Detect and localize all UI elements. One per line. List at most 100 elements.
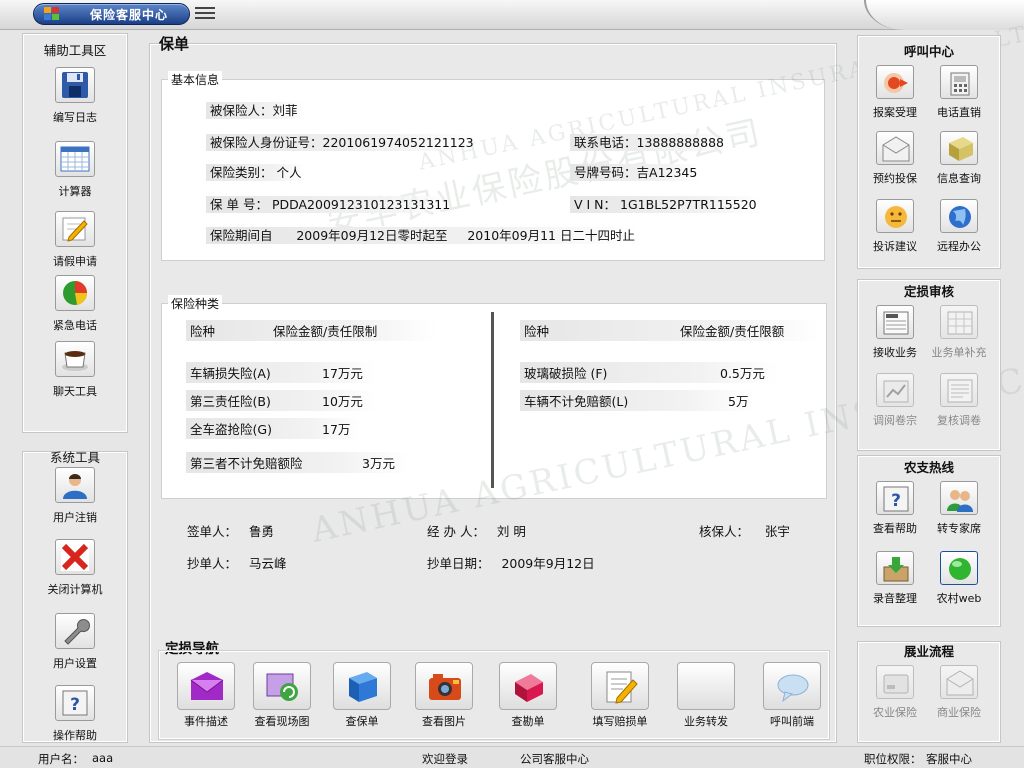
aux-tools-title: 辅助工具区	[43, 43, 107, 58]
tool-label: 编写日志	[53, 111, 97, 124]
mail-open-icon	[940, 665, 978, 699]
phone-icon	[940, 65, 978, 99]
nav-call-frontend[interactable]: 呼叫前端	[752, 662, 832, 729]
coverage-row-left: 第三者不计免赔额险 3万元	[186, 452, 408, 473]
photo-refresh-icon	[253, 662, 311, 710]
damage-review-title: 定损审核	[903, 284, 954, 299]
basic-info-legend: 基本信息	[168, 71, 223, 88]
report-icon	[876, 65, 914, 99]
drive-icon	[876, 665, 914, 699]
status-company: 公司客服中心	[520, 752, 589, 766]
coverage-row-left: 第三责任险(B) 10万元	[186, 390, 376, 411]
review-recheck-files[interactable]: 复核调卷	[927, 373, 991, 428]
call-remote-office[interactable]: 远程办公	[927, 199, 991, 254]
copy-date-row: 抄单日期： 2009年9月12日	[427, 556, 595, 571]
blank-icon	[677, 662, 735, 710]
system-tools-panel: 系统工具 用户注销 关闭计算机 用户设置 ? 操作帮助	[23, 450, 127, 743]
tool-leave-request[interactable]: 请假申请	[30, 211, 120, 269]
hotline-rural-web[interactable]: 农村web	[927, 551, 991, 606]
phone-number: 13888888888	[636, 135, 724, 150]
coverage-header-left: 险种 保险金额/责任限制	[186, 320, 442, 341]
underwriter-name: 张宇	[764, 524, 790, 539]
business-commercial-insurance[interactable]: 商业保险	[927, 665, 991, 720]
app-title-pill: 保险客服中心	[33, 3, 190, 25]
review-supplement-form[interactable]: 业务单补充	[927, 305, 991, 360]
smiley-icon	[876, 199, 914, 233]
coverage-row-left: 全车盗抢险(G) 17万	[186, 418, 361, 439]
phone-row: 联系电话：13888888888	[570, 132, 728, 151]
tool-calculator[interactable]: 计算器	[30, 141, 120, 199]
copier-name: 马云峰	[248, 556, 287, 571]
call-phone-sales[interactable]: 电话直销	[927, 65, 991, 120]
type-row: 保险类别： 个人	[206, 162, 306, 181]
nav-view-photos[interactable]: 查看图片	[404, 662, 484, 729]
coverage-section: 保险种类 ANHUA AGRICULTURAL INSURANCE CO.,LT…	[161, 295, 1024, 551]
list-doc-icon	[940, 373, 978, 407]
red-book-icon	[499, 662, 557, 710]
hotline-transfer-expert[interactable]: 转专家席	[927, 481, 991, 536]
news-icon	[876, 305, 914, 339]
review-browse-files[interactable]: 调阅卷宗	[863, 373, 927, 428]
nav-fill-claim-form[interactable]: 填写赔损单	[580, 662, 660, 729]
call-info-query[interactable]: 信息查询	[927, 131, 991, 186]
tool-user-settings[interactable]: 用户设置	[30, 613, 120, 671]
tool-label: 紧急电话	[53, 319, 97, 332]
coverage-row-right: 玻璃破损险 (F) 0.5万元	[520, 362, 778, 383]
edit-document-icon	[591, 662, 649, 710]
policy-no-row: 保 单 号： PDDA200912310123131311	[206, 194, 455, 213]
hotline-recording[interactable]: 录音整理	[863, 551, 927, 606]
camera-icon	[415, 662, 473, 710]
nav-view-scene-map[interactable]: 查看现场图	[242, 662, 322, 729]
nav-event-description[interactable]: 事件描述	[166, 662, 246, 729]
globe-icon	[940, 199, 978, 233]
nav-business-forward[interactable]: 业务转发	[666, 662, 746, 729]
svg-text:?: ?	[70, 695, 80, 715]
period-row: 保险期间自 2009年09月12日零时起至 2010年09月11 日二十四时止	[206, 225, 639, 244]
review-receive-business[interactable]: 接收业务	[863, 305, 927, 360]
tool-logout[interactable]: 用户注销	[30, 467, 120, 525]
call-book-insurance[interactable]: 预约投保	[863, 131, 927, 186]
insured-name: 刘菲	[272, 103, 298, 118]
business-agri-insurance[interactable]: 农业保险	[863, 665, 927, 720]
hotline-title: 农支热线	[903, 460, 954, 475]
period-from: 2009年09月12日零时起至	[296, 228, 448, 243]
system-tools-title: 系统工具	[49, 450, 100, 465]
vin-number: 1G1BL52P7TR115520	[620, 197, 757, 212]
help-icon: ?	[876, 481, 914, 515]
tool-label: 聊天工具	[53, 385, 97, 398]
nav-survey-form[interactable]: 查勘单	[488, 662, 568, 729]
aux-tools-panel: 辅助工具区 编写日志 计算器 请假申请 紧急电话 聊天工具	[23, 34, 127, 432]
title-bar: 保险客服中心	[0, 0, 1024, 30]
tool-label: 用户设置	[53, 657, 97, 670]
vin-row: V I N： 1G1BL52P7TR115520	[570, 194, 761, 213]
page-title: 保单	[159, 35, 190, 53]
tool-shutdown[interactable]: 关闭计算机	[30, 539, 120, 597]
close-x-icon	[55, 539, 95, 575]
coverage-row-right: 车辆不计免赔额(L) 5万	[520, 390, 754, 411]
hotline-view-help[interactable]: ? 查看帮助	[863, 481, 927, 536]
mail-open-icon	[876, 131, 914, 165]
download-box-icon	[876, 551, 914, 585]
coffee-cup-icon	[55, 341, 95, 377]
coverage-header-right: 险种 保险金额/责任限额	[520, 320, 820, 341]
coverage-legend: 保险种类	[168, 295, 223, 312]
menu-icon[interactable]	[195, 7, 215, 21]
book-icon	[940, 131, 978, 165]
id-row: 被保险人身份证号：2201061974052121123	[206, 132, 478, 151]
tool-emergency-call[interactable]: 紧急电话	[30, 275, 120, 333]
call-report-accept[interactable]: 报案受理	[863, 65, 927, 120]
tool-help[interactable]: ? 操作帮助	[30, 685, 120, 743]
tool-label: 用户注销	[53, 511, 97, 524]
user-icon	[55, 467, 95, 503]
tool-chat[interactable]: 聊天工具	[30, 341, 120, 399]
users-icon	[940, 481, 978, 515]
tool-label: 请假申请	[53, 255, 97, 268]
status-bar: 用户名： aaa 欢迎登录 公司客服中心 职位权限： 客服中心	[0, 746, 1024, 768]
status-welcome: 欢迎登录	[422, 752, 468, 766]
nav-check-policy[interactable]: 查保单	[322, 662, 402, 729]
help-icon: ?	[55, 685, 95, 721]
tool-write-log[interactable]: 编写日志	[30, 67, 120, 125]
call-complaint[interactable]: 投诉建议	[863, 199, 927, 254]
handler-name: 刘 明	[496, 524, 526, 539]
app-title: 保险客服中心	[90, 8, 169, 22]
